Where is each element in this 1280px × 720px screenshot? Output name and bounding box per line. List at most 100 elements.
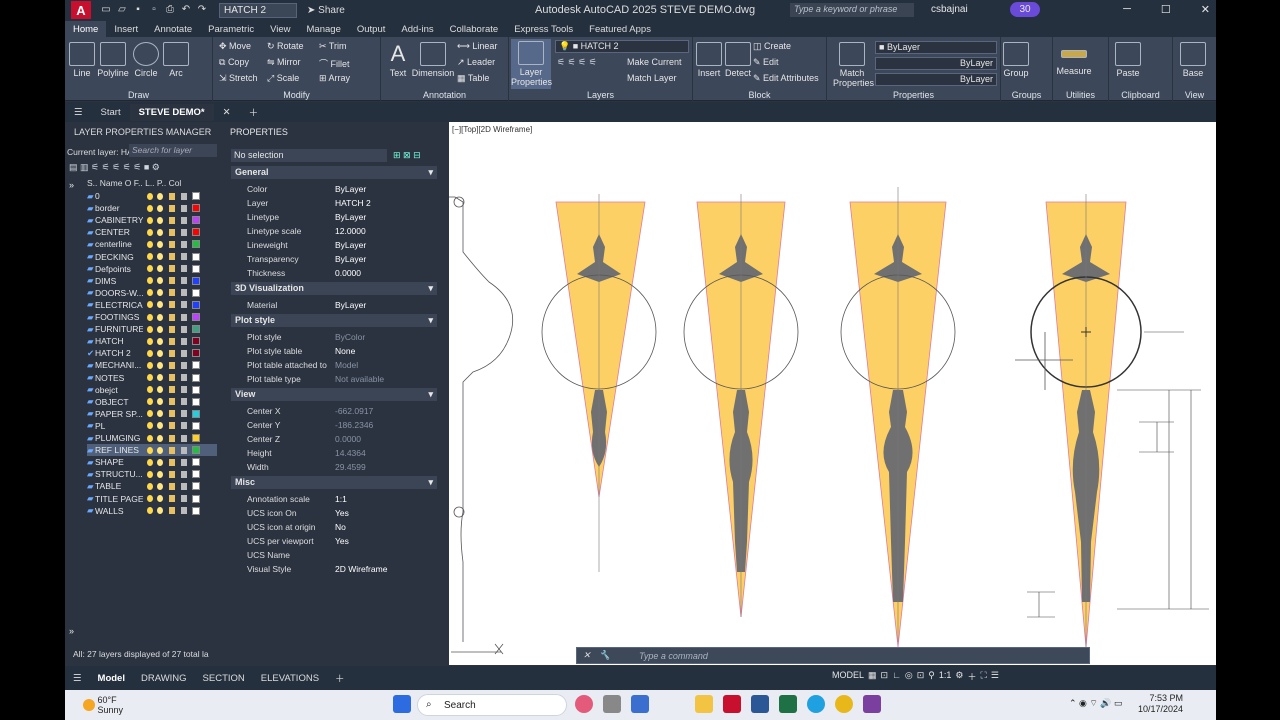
tab-annotate[interactable]: Annotate — [146, 21, 200, 37]
freeze-icon[interactable] — [157, 192, 163, 200]
undo-icon[interactable]: ↶ — [179, 4, 193, 16]
draw-panel-title[interactable]: Draw — [65, 90, 212, 100]
property-row[interactable]: Color ByLayer — [231, 182, 437, 196]
plot-icon[interactable] — [181, 325, 187, 333]
lightbulb-icon[interactable] — [147, 349, 153, 357]
plot-icon[interactable] — [181, 482, 187, 490]
plot-icon[interactable] — [181, 228, 187, 236]
layer-color-swatch[interactable] — [192, 397, 200, 406]
close-tab-icon[interactable]: ✕ — [214, 104, 240, 121]
save-icon[interactable]: ▪ — [131, 4, 145, 16]
lock-icon[interactable] — [169, 458, 175, 466]
help-search-input[interactable]: Type a keyword or phrase — [790, 3, 914, 17]
freeze-icon[interactable] — [157, 361, 163, 369]
lock-icon[interactable] — [169, 495, 175, 502]
lock-icon[interactable] — [169, 313, 175, 321]
autocad-taskbar-icon[interactable] — [723, 695, 741, 713]
add-icon[interactable]: ＋ — [967, 670, 976, 683]
freeze-icon[interactable] — [157, 277, 163, 285]
freeze-icon[interactable] — [157, 325, 163, 333]
lightbulb-icon[interactable] — [147, 204, 153, 212]
layer-row[interactable]: ▰ MECHANI... — [87, 359, 217, 371]
layer-search-input[interactable]: Search for layer — [129, 144, 217, 157]
layer-row[interactable]: ▰ WALLS — [87, 505, 217, 517]
measure-button[interactable]: Measure — [1055, 40, 1093, 76]
plot-icon[interactable]: ⎙ — [163, 4, 177, 16]
group-button[interactable]: Group — [1003, 40, 1029, 78]
view-panel-title[interactable]: View — [1173, 90, 1216, 100]
user-account[interactable]: csbajnai — [931, 4, 968, 15]
freeze-icon[interactable] — [157, 265, 163, 273]
rotate-button[interactable]: ↻ Rotate — [267, 41, 304, 52]
layer-color-swatch[interactable] — [192, 216, 200, 225]
utilities-panel-title[interactable]: Utilities — [1053, 90, 1108, 100]
expand-icon[interactable]: » — [69, 180, 74, 190]
lightbulb-icon[interactable] — [147, 192, 153, 200]
lpm-toolbar[interactable]: ▤ ▥ ⚟ ⚟ ⚟ ⚟ ⚟ ■ ⚙ — [69, 162, 160, 173]
layer-row[interactable]: ▰ CABINETRY — [87, 214, 217, 226]
autocad-logo-icon[interactable]: A — [71, 1, 91, 19]
weather-widget[interactable]: 60°F Sunny — [83, 695, 123, 715]
freeze-icon[interactable] — [157, 422, 163, 430]
itunes-icon[interactable] — [575, 695, 593, 713]
move-button[interactable]: ✥ Move — [219, 41, 251, 52]
share-button[interactable]: ➤ Share — [307, 5, 345, 16]
layer-row[interactable]: ▰ DECKING — [87, 251, 217, 263]
file-explorer-icon[interactable] — [695, 695, 713, 713]
lightbulb-icon[interactable] — [147, 458, 153, 466]
lineweight-dropdown[interactable]: ByLayer — [875, 73, 997, 86]
layer-row[interactable]: ▰ HATCH — [87, 335, 217, 347]
layer-color-swatch[interactable] — [192, 409, 200, 418]
lightbulb-icon[interactable] — [147, 434, 153, 442]
freeze-icon[interactable] — [157, 204, 163, 212]
lightbulb-icon[interactable] — [147, 240, 153, 248]
property-row[interactable]: Linetype scale 12.0000 — [231, 224, 437, 238]
layer-row[interactable]: ▰ DIMS — [87, 275, 217, 287]
lock-icon[interactable] — [169, 507, 175, 515]
layer-color-swatch[interactable] — [192, 494, 200, 503]
paste-button[interactable]: Paste — [1111, 40, 1145, 78]
property-row[interactable]: Linetype ByLayer — [231, 210, 437, 224]
lightbulb-icon[interactable] — [147, 470, 153, 478]
freeze-icon[interactable] — [157, 482, 163, 490]
lightbulb-icon[interactable] — [147, 398, 153, 406]
linear-button[interactable]: ⟷ Linear — [457, 41, 497, 52]
lock-icon[interactable] — [169, 410, 175, 418]
customize-menu-icon[interactable]: ☰ — [991, 670, 999, 683]
freeze-icon[interactable] — [157, 434, 163, 442]
app-icon[interactable] — [631, 695, 649, 713]
property-row[interactable]: Material ByLayer — [231, 298, 437, 312]
detect-button[interactable]: Detect — [723, 40, 753, 78]
freeze-icon[interactable] — [157, 386, 163, 394]
quick-select-icons[interactable]: ⊞ ⊠ ⊟ — [393, 150, 421, 161]
tab-addins[interactable]: Add-ins — [393, 21, 441, 37]
plot-icon[interactable] — [181, 204, 187, 212]
lock-icon[interactable] — [169, 301, 175, 309]
tab-collaborate[interactable]: Collaborate — [442, 21, 507, 37]
trial-badge[interactable]: 30 — [1010, 2, 1040, 17]
layer-row[interactable]: ▰ DOORS-W... — [87, 287, 217, 299]
lightbulb-icon[interactable] — [147, 386, 153, 394]
layer-color-swatch[interactable] — [192, 313, 200, 321]
layout-tab-section[interactable]: SECTION — [195, 670, 253, 687]
freeze-icon[interactable] — [157, 349, 163, 357]
layer-row[interactable]: ▰ FOOTINGS — [87, 311, 217, 323]
freeze-icon[interactable] — [157, 507, 163, 515]
layer-color-swatch[interactable] — [192, 204, 200, 213]
plot-icon[interactable] — [181, 192, 187, 200]
lock-icon[interactable] — [169, 325, 175, 333]
table-button[interactable]: ▦ Table — [457, 73, 489, 84]
lightbulb-icon[interactable] — [147, 289, 153, 297]
annotation-scale[interactable]: 1:1 — [939, 670, 952, 683]
layout-tab-drawing[interactable]: DRAWING — [133, 670, 195, 687]
property-row[interactable]: Annotation scale 1:1 — [231, 492, 437, 506]
layer-color-swatch[interactable] — [192, 228, 200, 237]
minimize-icon[interactable]: ─ — [1123, 3, 1131, 16]
plot-icon[interactable] — [181, 446, 187, 454]
property-row[interactable]: UCS per viewport Yes — [231, 534, 437, 548]
tab-insert[interactable]: Insert — [106, 21, 146, 37]
layer-color-swatch[interactable] — [192, 240, 200, 249]
lightbulb-icon[interactable] — [147, 228, 153, 236]
clipboard-panel-title[interactable]: Clipboard — [1109, 90, 1172, 100]
lock-icon[interactable] — [169, 361, 175, 369]
